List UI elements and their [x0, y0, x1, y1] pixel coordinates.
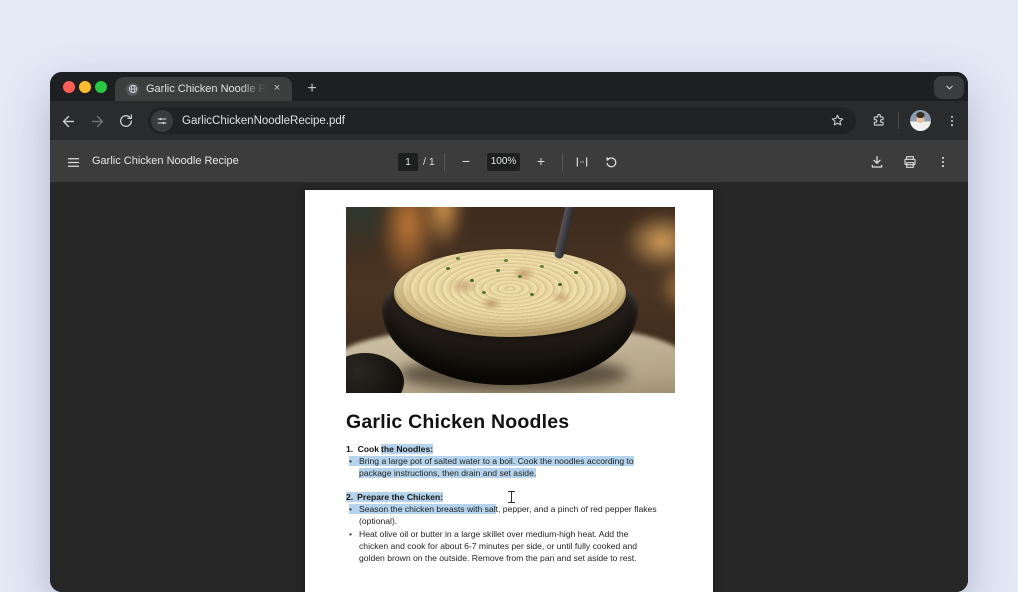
- step1-bullet-line1: •Bring a large pot of salted water to a …: [349, 456, 634, 467]
- step1-heading: 1. Cookthe Noodles:: [346, 444, 433, 455]
- address-bar-row: GarlicChickenNoodleRecipe.pdf: [50, 101, 968, 140]
- recipe-title: Garlic Chicken Noodles: [346, 411, 569, 433]
- step1-heading-unselected: Cook: [358, 444, 379, 454]
- extensions-button[interactable]: [867, 109, 891, 133]
- rotate-counterclockwise-icon: [604, 155, 619, 170]
- bullet-icon: •: [349, 529, 359, 540]
- step2-bullet-line1: •Season the chicken breasts with salt, p…: [349, 504, 657, 515]
- site-settings-icon[interactable]: [151, 110, 173, 132]
- toolbar-divider: [444, 153, 445, 171]
- pdf-page: Garlic Chicken Noodles 1. Cookthe Noodle…: [305, 190, 713, 592]
- tab-strip: Garlic Chicken Noodle Reci × +: [50, 72, 968, 101]
- step2-text-selected: Season the chicken breasts with sal: [359, 504, 496, 514]
- url-text: GarlicChickenNoodleRecipe.pdf: [182, 115, 828, 127]
- kebab-menu-icon: [945, 114, 959, 128]
- browser-menu-button[interactable]: [940, 109, 964, 133]
- reload-button[interactable]: [114, 109, 138, 133]
- step1-bullet-line2: package instructions, then drain and set…: [359, 468, 536, 479]
- page-total-label: / 1: [423, 140, 435, 183]
- arrow-left-icon: [60, 113, 77, 130]
- step1-heading-selected: the Noodles:: [381, 444, 433, 454]
- macos-minimize-button[interactable]: [79, 81, 91, 93]
- step2-bullet-line2: •Heat olive oil or butter in a large ski…: [349, 529, 628, 540]
- photo-creamy-noodles: [394, 249, 626, 337]
- print-button[interactable]: [899, 151, 921, 173]
- new-tab-button[interactable]: +: [300, 77, 324, 101]
- rotate-page-button[interactable]: [600, 151, 622, 173]
- browser-window: Garlic Chicken Noodle Reci × +: [50, 72, 968, 592]
- tab-title: Garlic Chicken Noodle Reci: [146, 83, 266, 95]
- step2-heading-selected: Prepare the Chicken:: [357, 492, 443, 502]
- extensions-puzzle-icon: [871, 113, 887, 129]
- step2-number: 2.: [346, 492, 353, 502]
- pdf-viewer-area[interactable]: Garlic Chicken Noodles 1. Cookthe Noodle…: [50, 183, 968, 592]
- step2-bullet1-line2: (optional).: [359, 516, 397, 527]
- tab-garlic-chicken-recipe[interactable]: Garlic Chicken Noodle Reci ×: [115, 77, 292, 101]
- step2-bullet2-line3: golden brown on the outside. Remove from…: [359, 553, 637, 564]
- toolbar-divider: [898, 112, 899, 129]
- bullet-icon: •: [349, 456, 359, 467]
- hamburger-menu-icon: [66, 155, 81, 170]
- photo-parsley-garnish: [496, 269, 500, 272]
- pdf-toolbar: Garlic Chicken Noodle Recipe / 1 − 100% …: [50, 140, 968, 183]
- back-button[interactable]: [56, 109, 80, 133]
- arrow-right-icon: [89, 113, 106, 130]
- tab-search-chevron-button[interactable]: [934, 76, 964, 99]
- address-bar[interactable]: GarlicChickenNoodleRecipe.pdf: [148, 107, 856, 134]
- macos-zoom-button[interactable]: [95, 81, 107, 93]
- pdf-document-title: Garlic Chicken Noodle Recipe: [92, 140, 239, 183]
- profile-avatar[interactable]: [910, 110, 931, 131]
- toolbar-divider: [562, 153, 563, 171]
- zoom-in-button[interactable]: +: [529, 150, 553, 174]
- zoom-level-label: 100%: [487, 153, 520, 171]
- download-icon: [869, 154, 885, 170]
- step2-bullet2-line2: chicken and cook for about 6-7 minutes p…: [359, 541, 637, 552]
- step2-heading: 2. Prepare the Chicken:: [346, 492, 443, 503]
- step1-number: 1.: [346, 444, 353, 454]
- fit-to-width-icon: [574, 154, 590, 170]
- bookmark-star-icon[interactable]: [828, 113, 846, 128]
- step2-text-unselected: t, pepper, and a pinch of red pepper fla…: [496, 504, 657, 514]
- download-button[interactable]: [866, 151, 888, 173]
- pdf-more-options-button[interactable]: [932, 151, 954, 173]
- recipe-food-photo: [346, 207, 675, 393]
- macos-close-button[interactable]: [63, 81, 75, 93]
- pdf-globe-favicon-icon: [126, 83, 139, 96]
- text-cursor-ibeam-icon: [507, 490, 516, 503]
- reload-icon: [118, 113, 134, 129]
- forward-button[interactable]: [85, 109, 109, 133]
- zoom-out-button[interactable]: −: [454, 150, 478, 174]
- page-number-input[interactable]: [398, 153, 418, 171]
- fit-to-width-button[interactable]: [571, 151, 593, 173]
- print-icon: [902, 154, 918, 170]
- pdf-sidebar-menu-button[interactable]: [62, 151, 84, 173]
- kebab-menu-icon: [936, 155, 950, 169]
- tab-close-icon[interactable]: ×: [270, 82, 284, 96]
- bullet-icon: •: [349, 504, 359, 515]
